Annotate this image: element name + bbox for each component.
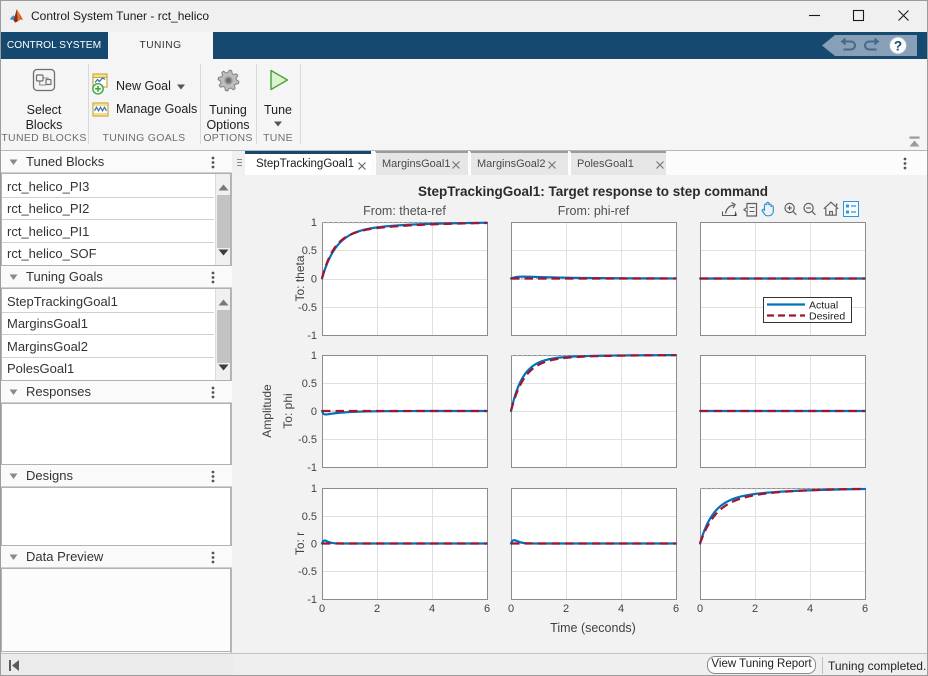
svg-text:StepTrackingGoal1: Target resp: StepTrackingGoal1: Target response to st… [418,184,768,199]
svg-text:To: theta: To: theta [293,255,307,301]
svg-text:From: phi-ref: From: phi-ref [558,204,630,218]
svg-text:4: 4 [429,603,435,615]
svg-text:0.5: 0.5 [302,245,317,257]
svg-text:-1: -1 [307,330,317,342]
svg-text:-0.5: -0.5 [298,434,317,446]
svg-text:0: 0 [697,603,703,615]
svg-text:1: 1 [311,483,317,495]
svg-text:Amplitude: Amplitude [260,384,274,438]
svg-text:0.5: 0.5 [302,511,317,523]
svg-text:Desired: Desired [809,311,845,323]
svg-text:Time (seconds): Time (seconds) [550,621,636,635]
svg-text:1: 1 [311,217,317,229]
svg-text:0.5: 0.5 [302,378,317,390]
svg-text:To: phi: To: phi [281,393,295,428]
svg-text:0: 0 [311,274,317,286]
svg-text:6: 6 [673,603,679,615]
svg-text:-0.5: -0.5 [298,566,317,578]
svg-text:From: theta-ref: From: theta-ref [363,204,446,218]
svg-text:6: 6 [862,603,868,615]
svg-text:-0.5: -0.5 [298,302,317,314]
svg-text:4: 4 [618,603,624,615]
svg-text:?: ? [894,38,902,53]
svg-text:0: 0 [508,603,514,615]
svg-text:6: 6 [484,603,490,615]
svg-text:1: 1 [311,350,317,362]
svg-text:0: 0 [311,406,317,418]
svg-text:2: 2 [563,603,569,615]
svg-text:2: 2 [374,603,380,615]
svg-text:To: r: To: r [293,532,307,555]
svg-text:0: 0 [319,603,325,615]
svg-text:2: 2 [752,603,758,615]
svg-text:-1: -1 [307,594,317,606]
svg-text:-1: -1 [307,462,317,474]
svg-text:4: 4 [807,603,813,615]
svg-text:0: 0 [311,539,317,551]
